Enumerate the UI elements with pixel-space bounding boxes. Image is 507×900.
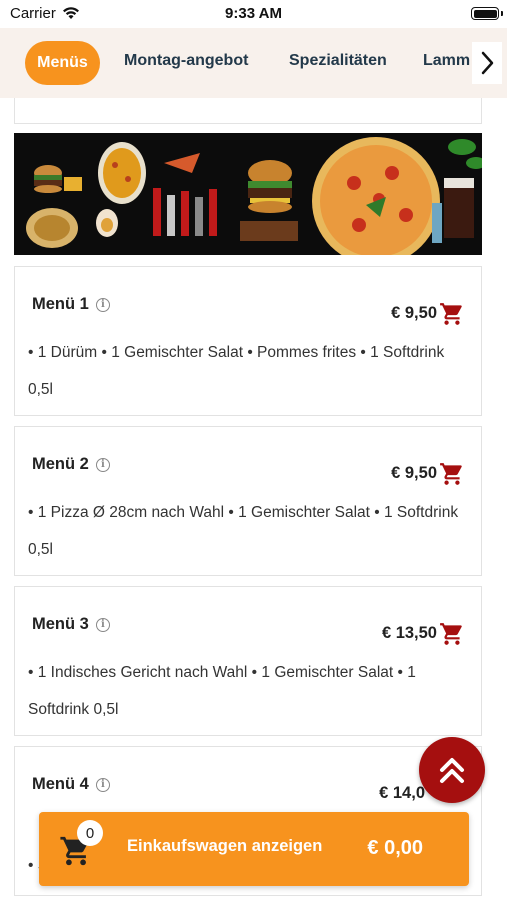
menu-title: Menü 1 i	[32, 295, 110, 314]
cart-icon[interactable]	[439, 461, 465, 487]
menu-price: € 13,50	[381, 624, 437, 642]
view-cart-button[interactable]: 0 Einkaufswagen anzeigen € 0,00	[39, 812, 469, 886]
menu-title: Menü 4 i	[32, 775, 110, 794]
chevron-right-icon[interactable]	[472, 42, 502, 84]
info-icon[interactable]: i	[95, 777, 110, 792]
menu-card-3[interactable]: Menü 3 i € 13,50 • 1 Indisches Gericht n…	[14, 586, 482, 736]
category-tab-bar: Menüs Montag-angebot Spezialitäten Lamm	[0, 28, 507, 98]
cart-count-badge: 0	[77, 820, 103, 846]
menu-card-2[interactable]: Menü 2 i € 9,50 • 1 Pizza Ø 28cm nach Wa…	[14, 426, 482, 576]
info-icon[interactable]: i	[95, 457, 110, 472]
food-banner-image	[14, 133, 482, 255]
double-chevron-up-icon	[440, 758, 464, 783]
cart-total: € 0,00	[367, 837, 423, 859]
battery-icon	[471, 7, 499, 20]
menu-description: • 1 Pizza Ø 28cm nach Wahl • 1 Gemischte…	[28, 504, 459, 558]
cart-icon[interactable]	[439, 301, 465, 327]
status-time: 9:33 AM	[225, 5, 282, 22]
cart-icon[interactable]	[439, 621, 465, 647]
menu-price: € 9,50	[391, 304, 437, 322]
menu-description: • 1 Dürüm • 1 Gemischter Salat • Pommes …	[28, 344, 445, 398]
info-icon[interactable]: i	[95, 617, 110, 632]
previous-card-edge	[14, 98, 482, 124]
menu-title-label: Menü 3	[32, 615, 89, 633]
menu-card-1[interactable]: Menü 1 i € 9,50 • 1 Dürüm • 1 Gemischter…	[14, 266, 482, 416]
menu-title-label: Menü 1	[32, 295, 89, 313]
status-bar: Carrier 9:33 AM	[0, 0, 507, 28]
menu-price: € 9,50	[391, 464, 437, 482]
menu-title: Menü 2 i	[32, 455, 110, 474]
menu-title: Menü 3 i	[32, 615, 110, 634]
tab-menus[interactable]: Menüs	[25, 41, 100, 85]
menu-title-label: Menü 4	[32, 775, 89, 793]
scroll-to-top-button[interactable]	[419, 737, 485, 803]
tab-spezialitaeten[interactable]: Spezialitäten	[289, 52, 387, 70]
tab-lamm[interactable]: Lamm	[423, 52, 470, 70]
tab-montag-angebot[interactable]: Montag-angebot	[124, 52, 248, 70]
info-icon[interactable]: i	[95, 297, 110, 312]
menu-title-label: Menü 2	[32, 455, 89, 473]
cart-label: Einkaufswagen anzeigen	[127, 837, 323, 855]
menu-description: • 1 Indisches Gericht nach Wahl • 1 Gemi…	[28, 664, 416, 718]
menu-price: € 14,0	[379, 784, 425, 802]
